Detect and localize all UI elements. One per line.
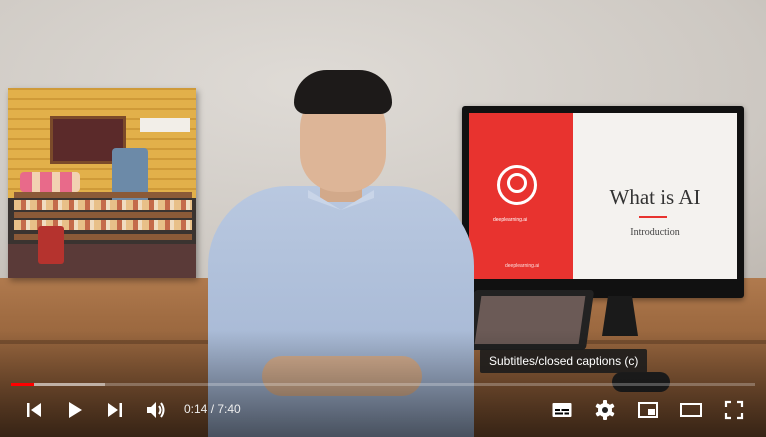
previous-button[interactable] xyxy=(16,392,52,428)
time-display: 0:14 / 7:40 xyxy=(184,402,241,416)
slide-divider xyxy=(639,216,667,218)
theater-mode-icon xyxy=(679,399,703,421)
control-bar: 0:14 / 7:40 xyxy=(0,392,766,428)
slide: deeplearning.ai deeplearning.ai What is … xyxy=(469,113,737,279)
subtitles-icon xyxy=(551,399,573,421)
gear-icon xyxy=(594,399,616,421)
progress-bar[interactable] xyxy=(11,383,755,386)
theater-mode-button[interactable] xyxy=(673,392,709,428)
volume-icon xyxy=(145,399,167,421)
skip-previous-icon xyxy=(24,400,44,420)
deeplearning-logo-icon xyxy=(497,165,537,205)
slide-title: What is AI xyxy=(609,185,701,209)
monitor: deeplearning.ai deeplearning.ai What is … xyxy=(462,106,744,298)
played-fill xyxy=(11,383,34,386)
fullscreen-icon xyxy=(723,399,745,421)
settings-button[interactable] xyxy=(587,392,623,428)
play-button[interactable] xyxy=(57,392,93,428)
subtitles-button[interactable] xyxy=(544,392,580,428)
miniplayer-button[interactable] xyxy=(630,392,666,428)
next-button[interactable] xyxy=(97,392,133,428)
slide-brand: deeplearning.ai xyxy=(493,217,528,223)
tooltip: Subtitles/closed captions (c) xyxy=(480,349,648,373)
fullscreen-button[interactable] xyxy=(716,392,752,428)
skip-next-icon xyxy=(105,400,125,420)
video-player[interactable]: deeplearning.ai deeplearning.ai What is … xyxy=(0,0,766,437)
play-icon xyxy=(65,400,85,420)
slide-footer: deeplearning.ai xyxy=(505,263,540,269)
slide-subtitle: Introduction xyxy=(630,227,680,238)
miniplayer-icon xyxy=(637,399,659,421)
mute-button[interactable] xyxy=(138,392,174,428)
wall-painting xyxy=(8,88,196,278)
